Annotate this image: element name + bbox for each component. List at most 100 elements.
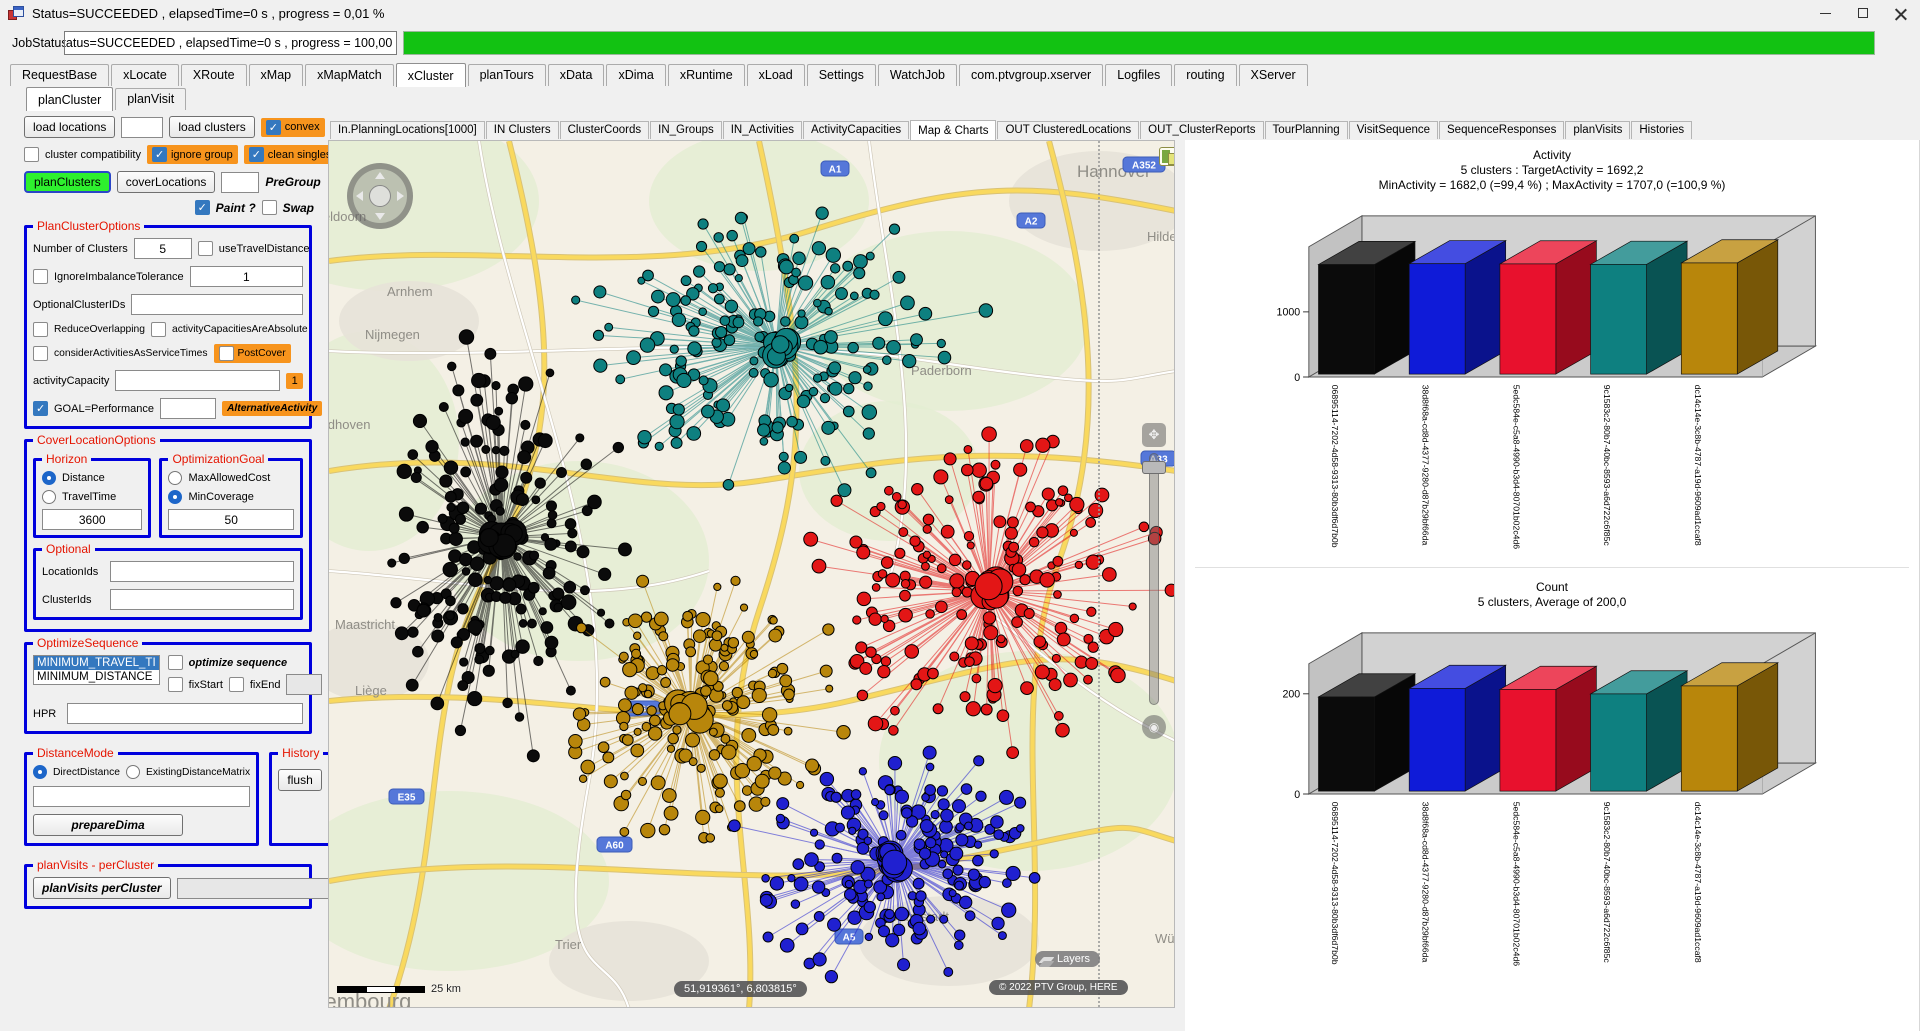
convex-option[interactable]: convex [261, 118, 325, 137]
ignore-group-checkbox[interactable] [152, 147, 167, 162]
tab-xload[interactable]: xLoad [747, 64, 805, 86]
distance-mode-input[interactable] [33, 786, 250, 807]
tab-xlocate[interactable]: xLocate [111, 64, 179, 86]
map-splitter[interactable] [1098, 141, 1100, 1007]
tab-xmap[interactable]: xMap [249, 64, 304, 86]
tab-requestbase[interactable]: RequestBase [10, 64, 109, 86]
minimize-button[interactable] [1806, 0, 1844, 26]
distance-radio[interactable] [42, 471, 56, 485]
tab-com-ptvgroup-xserver[interactable]: com.ptvgroup.xserver [959, 64, 1103, 86]
post-cover-option[interactable]: PostCover [214, 344, 291, 363]
innertab-tourplanning[interactable]: TourPlanning [1265, 121, 1348, 139]
maximize-button[interactable] [1844, 0, 1882, 26]
subtab-plancluster[interactable]: planCluster [26, 87, 113, 111]
activity-capacity-input[interactable] [115, 370, 280, 391]
plan-visits-per-cluster-button[interactable]: planVisits perCluster [33, 877, 171, 899]
activity-capacities-are-absolute-checkbox[interactable] [151, 322, 166, 337]
close-button[interactable] [1882, 0, 1920, 26]
map-expand-icon[interactable] [1159, 147, 1175, 166]
tab-plantours[interactable]: planTours [468, 64, 546, 86]
innertab-visitsequence[interactable]: VisitSequence [1349, 121, 1438, 139]
goal-performance-input[interactable] [160, 398, 216, 419]
innertab-in-activities[interactable]: IN_Activities [723, 121, 802, 139]
reduce-overlapping-checkbox[interactable] [33, 322, 48, 337]
alternative-activity-option[interactable]: AlternativeActivity [222, 401, 322, 416]
travel-time-radio[interactable] [42, 490, 56, 504]
optional-cluster-ids-input[interactable] [131, 294, 303, 315]
innertab-map-charts[interactable]: Map & Charts [910, 120, 996, 140]
zoom-pan-icon[interactable]: ✥ [1142, 423, 1166, 447]
plan-clusters-button[interactable]: planClusters [24, 171, 111, 193]
tab-xcluster[interactable]: xCluster [396, 63, 466, 87]
innertab-in-planninglocations-1000[interactable]: In.PlanningLocations[1000] [330, 121, 485, 139]
consider-activities-as-service-times-checkbox[interactable] [33, 346, 48, 361]
innertab-histories[interactable]: Histories [1631, 121, 1692, 139]
tab-xmapmatch[interactable]: xMapMatch [305, 64, 394, 86]
min-coverage-radio[interactable] [168, 490, 182, 504]
cluster-ids-input[interactable] [110, 589, 294, 610]
number-of-clusters-input[interactable] [134, 238, 192, 259]
clean-singles-checkbox[interactable] [249, 147, 264, 162]
load-locations-button[interactable]: load locations [24, 116, 115, 138]
tab-routing[interactable]: routing [1174, 64, 1236, 86]
bar-count-2 [1500, 666, 1596, 791]
cover-locations-button[interactable]: coverLocations [117, 171, 216, 193]
post-cover-checkbox[interactable] [219, 346, 234, 361]
min-coverage-value-input[interactable] [168, 509, 294, 530]
bar-activity-2 [1500, 241, 1596, 374]
innertab-sequenceresponses[interactable]: SequenceResponses [1439, 121, 1564, 139]
flush-button[interactable]: flush [278, 769, 322, 791]
zoom-handle[interactable] [1142, 461, 1166, 474]
zoom-track[interactable] [1149, 453, 1159, 705]
max-allowed-cost-radio[interactable] [168, 471, 182, 485]
tab-watchjob[interactable]: WatchJob [878, 64, 957, 86]
existing-distance-matrix-radio[interactable] [126, 765, 140, 779]
zoom-reset-icon[interactable]: ◉ [1142, 715, 1166, 739]
innertab-in-groups[interactable]: IN_Groups [650, 121, 722, 139]
svg-text:E35: E35 [398, 793, 416, 804]
paint-checkbox[interactable] [195, 200, 210, 215]
convex-checkbox[interactable] [266, 120, 281, 135]
tab-logfiles[interactable]: Logfiles [1105, 64, 1172, 86]
chart-subtitle: 5 clusters, Average of 200,0 [1185, 595, 1919, 610]
x-category-label: 06895114-7202-4d58-9313-80b3df6d7b0b [1330, 385, 1340, 548]
cluster-compatibility-checkbox[interactable] [24, 147, 39, 162]
sequence-listbox[interactable]: MINIMUM_TRAVEL_TIMINIMUM_DISTANCE [33, 655, 160, 685]
tab-settings[interactable]: Settings [807, 64, 876, 86]
swap-checkbox[interactable] [262, 200, 277, 215]
fix-end-checkbox[interactable] [229, 677, 244, 692]
innertab-clustercoords[interactable]: ClusterCoords [560, 121, 650, 139]
pan-compass-control[interactable] [347, 163, 413, 229]
ignore-imbalance-tolerance-checkbox[interactable] [33, 269, 48, 284]
innertab-activitycapacities[interactable]: ActivityCapacities [803, 121, 909, 139]
innertab-out-clusterreports[interactable]: OUT_ClusterReports [1140, 121, 1263, 139]
load-clusters-button[interactable]: load clusters [169, 116, 254, 138]
use-travel-distance-checkbox[interactable] [198, 241, 213, 256]
tab-xdima[interactable]: xDima [606, 64, 665, 86]
direct-distance-radio[interactable] [33, 765, 47, 779]
map-canvas[interactable]: ApeldoornArnhemNijmegenEindhovenMaastric… [328, 140, 1175, 1008]
tab-xroute[interactable]: XRoute [181, 64, 247, 86]
imbalance-tolerance-input[interactable] [190, 266, 303, 287]
hpr-input[interactable] [67, 703, 303, 724]
cover-locations-input[interactable] [221, 172, 259, 193]
optimize-sequence-checkbox[interactable] [168, 655, 183, 670]
innertab-out-clusteredlocations[interactable]: OUT ClusteredLocations [997, 121, 1139, 139]
innertab-in-clusters[interactable]: IN Clusters [486, 121, 559, 139]
goal-performance-checkbox[interactable] [33, 401, 48, 416]
location-ids-input[interactable] [110, 561, 294, 582]
fix-start-checkbox[interactable] [168, 677, 183, 692]
sequence-option-minimum-travel-ti[interactable]: MINIMUM_TRAVEL_TI [34, 656, 159, 670]
subtab-planvisit[interactable]: planVisit [115, 88, 186, 110]
tab-xdata[interactable]: xData [548, 64, 605, 86]
prepare-dima-button[interactable]: prepareDima [33, 814, 183, 836]
innertab-planvisits[interactable]: planVisits [1565, 121, 1630, 139]
zoom-slider[interactable]: ✥ ◉ [1141, 423, 1167, 741]
layers-button[interactable]: Layers [1035, 951, 1100, 967]
tab-xruntime[interactable]: xRuntime [668, 64, 745, 86]
load-locations-input[interactable] [121, 117, 163, 138]
sequence-option-minimum-distance[interactable]: MINIMUM_DISTANCE [34, 670, 159, 684]
ignore-group-option[interactable]: ignore group [147, 145, 238, 164]
horizon-value-input[interactable] [42, 509, 142, 530]
tab-xserver[interactable]: XServer [1239, 64, 1308, 86]
